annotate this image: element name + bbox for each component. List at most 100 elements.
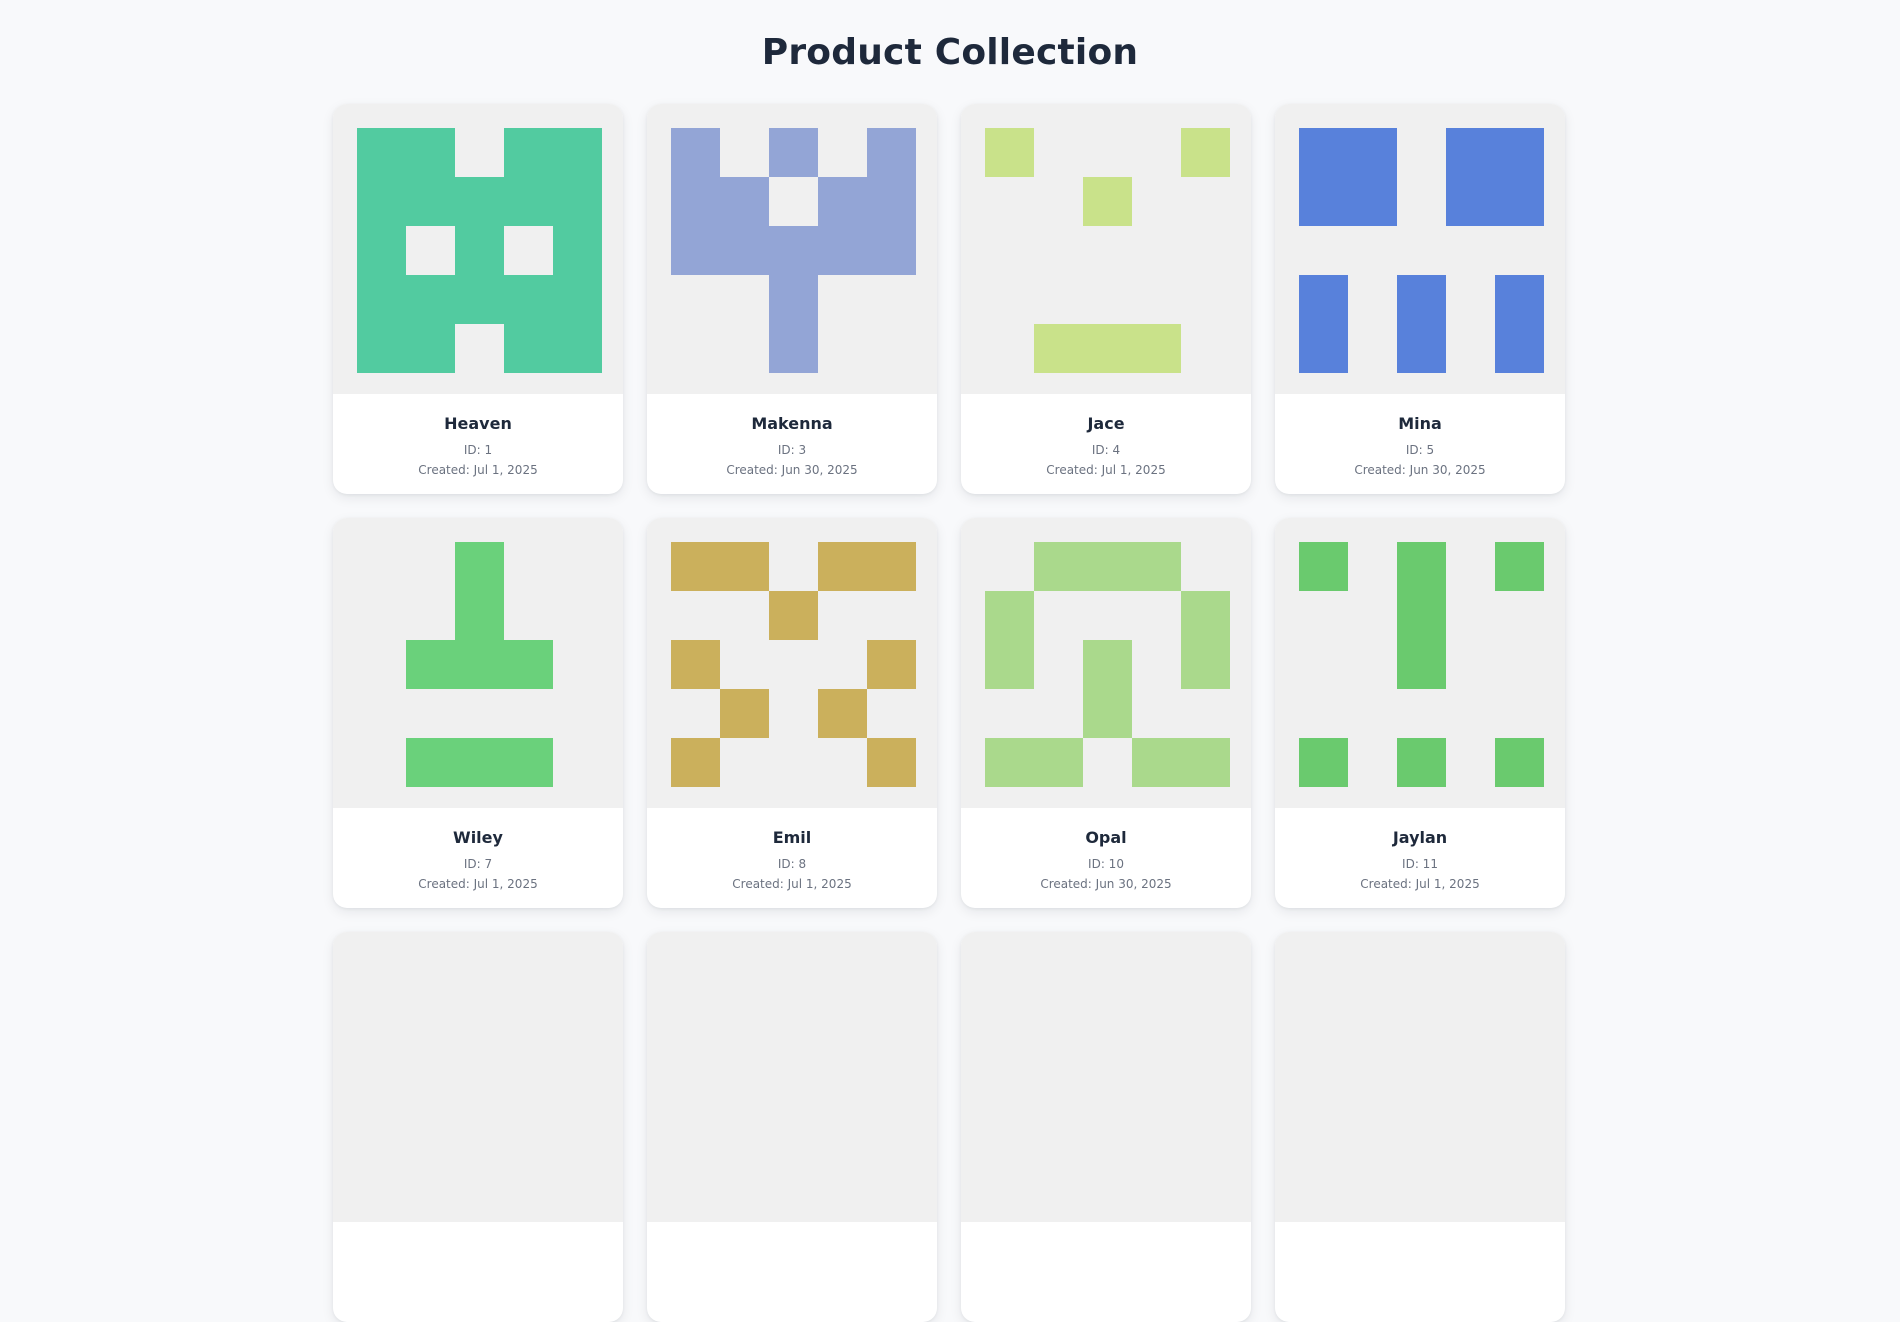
identicon-pixel: [769, 275, 818, 324]
product-identicon: [647, 932, 937, 1222]
product-info: Mina ID: 5 Created: Jun 30, 2025: [1275, 394, 1565, 494]
product-name: Heaven: [444, 414, 512, 433]
identicon-pixel: [406, 128, 455, 177]
identicon-pixel: [1181, 128, 1230, 177]
identicon-pixel: [1397, 738, 1446, 787]
identicon-pixel: [1397, 591, 1446, 640]
identicon-pixel: [1181, 591, 1230, 640]
identicon-pixel: [406, 738, 455, 787]
identicon-pixel: [985, 640, 1034, 689]
product-created-date: Created: Jul 1, 2025: [732, 877, 852, 891]
identicon-pixel: [553, 177, 602, 226]
identicon-pixel: [406, 324, 455, 373]
identicon-pixel: [357, 275, 406, 324]
product-id: ID: 3: [777, 443, 807, 457]
identicon-pixel: [769, 324, 818, 373]
identicon-pixel: [1083, 177, 1132, 226]
identicon-pixel: [504, 128, 553, 177]
identicon-pixel: [818, 542, 867, 591]
product-card[interactable]: Heaven ID: 1 Created: Jul 1, 2025: [333, 104, 623, 494]
identicon-pixel: [455, 542, 504, 591]
identicon-pixel: [1132, 324, 1181, 373]
product-info: Jace ID: 4 Created: Jul 1, 2025: [961, 394, 1251, 494]
identicon-pixel: [1299, 275, 1348, 324]
identicon-pixel: [357, 226, 406, 275]
product-identicon: [333, 518, 623, 808]
product-info: Opal ID: 10 Created: Jun 30, 2025: [961, 808, 1251, 908]
identicon-pixel: [406, 177, 455, 226]
product-name: Jace: [1087, 414, 1125, 433]
product-name: Jaylan: [1392, 828, 1448, 847]
identicon-pixel: [1446, 177, 1495, 226]
identicon-pixel: [1495, 128, 1544, 177]
product-card[interactable]: [1275, 932, 1565, 1322]
identicon-pixel: [455, 738, 504, 787]
identicon-pixel: [1495, 177, 1544, 226]
identicon-pixel: [504, 275, 553, 324]
product-card[interactable]: Jaylan ID: 11 Created: Jul 1, 2025: [1275, 518, 1565, 908]
page-title: Product Collection: [761, 32, 1139, 73]
product-card[interactable]: Makenna ID: 3 Created: Jun 30, 2025: [647, 104, 937, 494]
product-identicon: [961, 518, 1251, 808]
identicon-pixel: [867, 738, 916, 787]
identicon-pixel: [1495, 324, 1544, 373]
identicon-pixel: [553, 226, 602, 275]
identicon-pixel: [818, 177, 867, 226]
identicon-pixel: [720, 542, 769, 591]
identicon-pixel: [406, 640, 455, 689]
product-card[interactable]: Jace ID: 4 Created: Jul 1, 2025: [961, 104, 1251, 494]
product-name: Opal: [1085, 828, 1127, 847]
identicon-pixel: [1299, 738, 1348, 787]
identicon-pixel: [985, 591, 1034, 640]
identicon-pixel: [553, 275, 602, 324]
product-card[interactable]: Wiley ID: 7 Created: Jul 1, 2025: [333, 518, 623, 908]
product-card[interactable]: Emil ID: 8 Created: Jul 1, 2025: [647, 518, 937, 908]
identicon-pixel: [1132, 542, 1181, 591]
identicon-pixel: [818, 226, 867, 275]
identicon-pixel: [455, 591, 504, 640]
identicon-pixel: [671, 640, 720, 689]
identicon-pixel: [1495, 275, 1544, 324]
identicon-pixel: [504, 177, 553, 226]
identicon-pixel: [1495, 542, 1544, 591]
product-identicon: [1275, 518, 1565, 808]
identicon-pixel: [1299, 324, 1348, 373]
identicon-pixel: [1083, 324, 1132, 373]
product-card[interactable]: [961, 932, 1251, 1322]
identicon-pixel: [357, 177, 406, 226]
identicon-pixel: [867, 177, 916, 226]
identicon-pixel: [553, 324, 602, 373]
product-card[interactable]: Opal ID: 10 Created: Jun 30, 2025: [961, 518, 1251, 908]
product-identicon: [647, 104, 937, 394]
product-id: ID: 10: [1088, 857, 1124, 871]
product-name: Mina: [1398, 414, 1442, 433]
identicon-pixel: [671, 542, 720, 591]
product-card[interactable]: [647, 932, 937, 1322]
product-card[interactable]: Mina ID: 5 Created: Jun 30, 2025: [1275, 104, 1565, 494]
product-name: Wiley: [453, 828, 503, 847]
identicon-pixel: [504, 640, 553, 689]
product-identicon: [1275, 932, 1565, 1222]
identicon-pixel: [1299, 542, 1348, 591]
identicon-pixel: [720, 226, 769, 275]
product-created-date: Created: Jun 30, 2025: [726, 463, 858, 477]
product-id: ID: 11: [1402, 857, 1438, 871]
product-created-date: Created: Jun 30, 2025: [1354, 463, 1486, 477]
identicon-pixel: [455, 177, 504, 226]
identicon-pixel: [504, 324, 553, 373]
product-identicon: [647, 518, 937, 808]
identicon-pixel: [720, 689, 769, 738]
identicon-pixel: [1299, 128, 1348, 177]
identicon-pixel: [671, 226, 720, 275]
identicon-pixel: [1446, 128, 1495, 177]
identicon-pixel: [1181, 640, 1230, 689]
identicon-pixel: [504, 738, 553, 787]
product-created-date: Created: Jul 1, 2025: [1360, 877, 1480, 891]
product-id: ID: 8: [777, 857, 807, 871]
product-grid: Heaven ID: 1 Created: Jul 1, 2025 Makenn…: [333, 104, 1567, 1322]
identicon-pixel: [985, 738, 1034, 787]
identicon-pixel: [1034, 324, 1083, 373]
product-card[interactable]: [333, 932, 623, 1322]
product-created-date: Created: Jul 1, 2025: [1046, 463, 1166, 477]
product-created-date: Created: Jun 30, 2025: [1040, 877, 1172, 891]
